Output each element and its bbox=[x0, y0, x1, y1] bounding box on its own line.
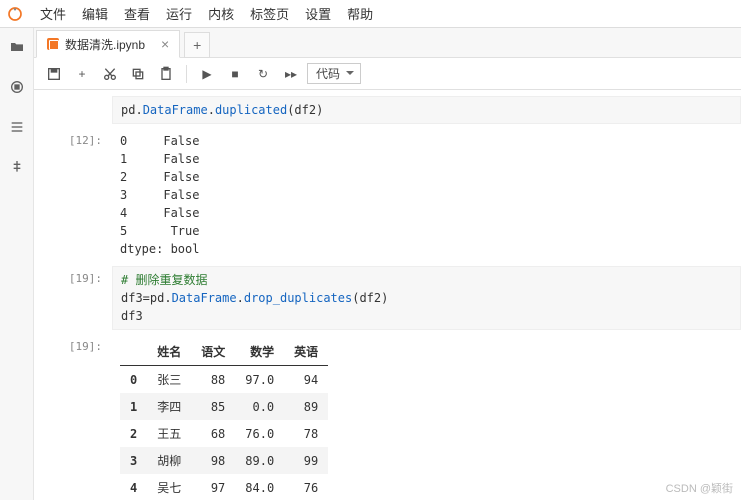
dataframe-table: 姓名语文数学英语0张三8897.0941李四850.0892王五6876.078… bbox=[120, 338, 328, 500]
table-cell: 0 bbox=[120, 366, 147, 394]
table-cell: 94 bbox=[284, 366, 328, 394]
code-cell[interactable]: [19]:# 删除重复数据 df3=pd.DataFrame.drop_dupl… bbox=[34, 264, 741, 332]
table-cell: 89.0 bbox=[235, 447, 284, 474]
restart-button[interactable]: ↻ bbox=[251, 63, 275, 85]
table-header: 语文 bbox=[191, 338, 235, 366]
table-cell: 99 bbox=[284, 447, 328, 474]
cell-prompt: [12]: bbox=[34, 128, 112, 262]
copy-button[interactable] bbox=[126, 63, 150, 85]
add-cell-button[interactable]: + bbox=[70, 63, 94, 85]
code-content[interactable]: # 删除重复数据 df3=pd.DataFrame.drop_duplicate… bbox=[121, 271, 728, 325]
toc-icon[interactable] bbox=[8, 118, 26, 136]
notebook-icon bbox=[47, 38, 59, 50]
cell-type-select[interactable]: 代码 bbox=[307, 63, 361, 84]
table-cell: 吴七 bbox=[147, 474, 191, 500]
table-cell: 97 bbox=[191, 474, 235, 500]
table-row: 4吴七9784.076 bbox=[120, 474, 328, 500]
table-cell: 王五 bbox=[147, 420, 191, 447]
watermark: CSDN @颖街 bbox=[666, 480, 733, 496]
table-cell: 76 bbox=[284, 474, 328, 500]
code-cell[interactable]: pd.DataFrame.duplicated(df2) bbox=[34, 94, 741, 126]
menu-item[interactable]: 编辑 bbox=[74, 4, 116, 23]
table-header: 数学 bbox=[235, 338, 284, 366]
table-header: 姓名 bbox=[147, 338, 191, 366]
cell-prompt bbox=[34, 96, 112, 124]
run-button[interactable]: ▶ bbox=[195, 63, 219, 85]
cell-prompt: [19]: bbox=[34, 266, 112, 330]
table-cell: 89 bbox=[284, 393, 328, 420]
table-cell: 84.0 bbox=[235, 474, 284, 500]
tab-close-icon[interactable]: × bbox=[161, 36, 169, 52]
table-cell: 2 bbox=[120, 420, 147, 447]
menu-item[interactable]: 文件 bbox=[32, 4, 74, 23]
table-cell: 68 bbox=[191, 420, 235, 447]
save-button[interactable] bbox=[42, 63, 66, 85]
table-cell: 李四 bbox=[147, 393, 191, 420]
left-sidebar bbox=[0, 28, 34, 500]
menu-item[interactable]: 查看 bbox=[116, 4, 158, 23]
table-cell: 88 bbox=[191, 366, 235, 394]
table-cell: 1 bbox=[120, 393, 147, 420]
output-table-cell: [19]:姓名语文数学英语0张三8897.0941李四850.0892王五687… bbox=[34, 332, 741, 500]
table-cell: 4 bbox=[120, 474, 147, 500]
tab-notebook[interactable]: 数据清洗.ipynb × bbox=[36, 30, 180, 58]
paste-button[interactable] bbox=[154, 63, 178, 85]
table-cell: 78 bbox=[284, 420, 328, 447]
tab-bar: 数据清洗.ipynb × + bbox=[34, 28, 741, 58]
menu-item[interactable]: 设置 bbox=[297, 4, 339, 23]
restart-run-all-button[interactable]: ▸▸ bbox=[279, 63, 303, 85]
jupyter-logo-icon bbox=[6, 5, 24, 23]
extensions-icon[interactable] bbox=[8, 158, 26, 176]
new-tab-button[interactable]: + bbox=[184, 32, 210, 58]
menu-item[interactable]: 标签页 bbox=[242, 4, 297, 23]
table-cell: 85 bbox=[191, 393, 235, 420]
menu-item[interactable]: 内核 bbox=[200, 4, 242, 23]
cut-button[interactable] bbox=[98, 63, 122, 85]
table-cell: 张三 bbox=[147, 366, 191, 394]
table-cell: 3 bbox=[120, 447, 147, 474]
folder-icon[interactable] bbox=[8, 38, 26, 56]
code-content[interactable]: pd.DataFrame.duplicated(df2) bbox=[121, 101, 728, 119]
table-cell: 胡柳 bbox=[147, 447, 191, 474]
menu-item[interactable]: 运行 bbox=[158, 4, 200, 23]
cell-prompt: [19]: bbox=[34, 334, 112, 500]
stop-button[interactable]: ■ bbox=[223, 63, 247, 85]
table-header: 英语 bbox=[284, 338, 328, 366]
table-cell: 98 bbox=[191, 447, 235, 474]
notebook-area: pd.DataFrame.duplicated(df2) [12]:0 False… bbox=[34, 90, 741, 500]
menu-item[interactable]: 帮助 bbox=[339, 4, 381, 23]
table-row: 0张三8897.094 bbox=[120, 366, 328, 394]
output-text: 0 False 1 False 2 False 3 False 4 False … bbox=[120, 132, 729, 258]
table-cell: 0.0 bbox=[235, 393, 284, 420]
tab-title: 数据清洗.ipynb bbox=[65, 36, 145, 53]
table-header bbox=[120, 338, 147, 366]
output-cell: [12]:0 False 1 False 2 False 3 False 4 F… bbox=[34, 126, 741, 264]
table-row: 1李四850.089 bbox=[120, 393, 328, 420]
notebook-toolbar: + ▶ ■ ↻ ▸▸ 代码 bbox=[34, 58, 741, 90]
menu-bar: 文件编辑查看运行内核标签页设置帮助 bbox=[0, 0, 741, 28]
table-cell: 97.0 bbox=[235, 366, 284, 394]
table-row: 3胡柳9889.099 bbox=[120, 447, 328, 474]
table-row: 2王五6876.078 bbox=[120, 420, 328, 447]
running-icon[interactable] bbox=[8, 78, 26, 96]
table-cell: 76.0 bbox=[235, 420, 284, 447]
